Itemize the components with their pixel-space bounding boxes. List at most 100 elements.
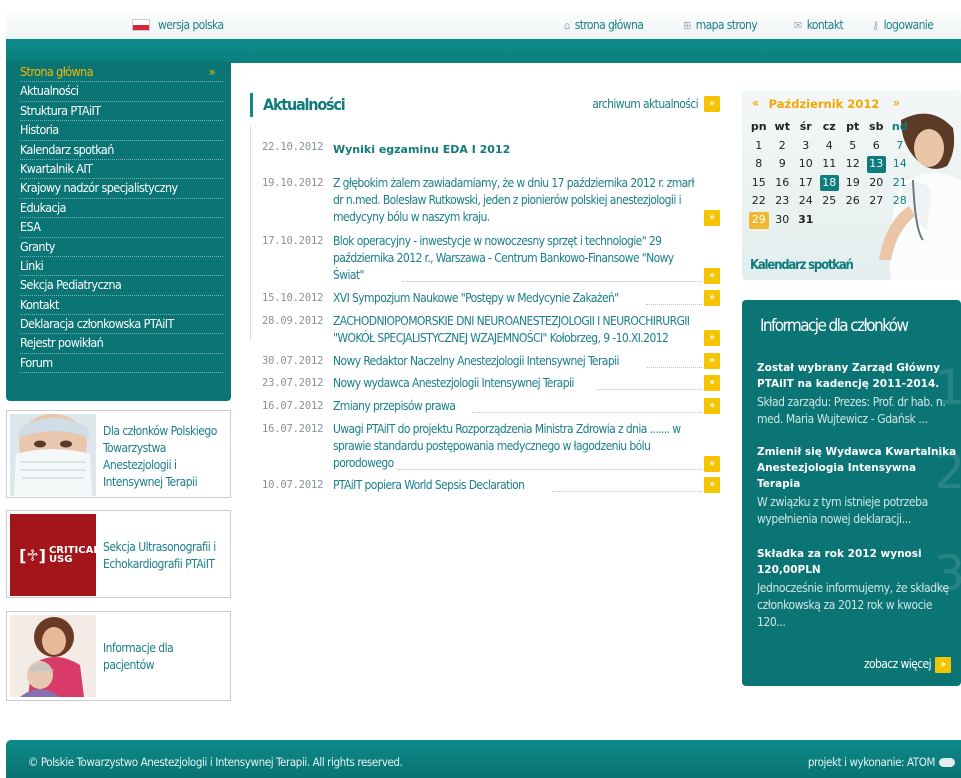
- contact-link-label: kontakt: [806, 18, 844, 32]
- news-arrow-icon[interactable]: »: [704, 290, 720, 306]
- calendar-day[interactable]: 29: [749, 211, 769, 229]
- nav-item-home[interactable]: Strona główna: [20, 63, 223, 83]
- contact-link[interactable]: ✉ kontakt: [794, 18, 844, 32]
- calendar-day[interactable]: 13: [866, 156, 886, 173]
- member-info-item[interactable]: 3 Składka za rok 2012 wynosi 120,00PLN J…: [757, 546, 961, 631]
- calendar-empty-cell: [818, 211, 842, 230]
- news-link[interactable]: Z głębokim żalem zawiadamiamy, że w dniu…: [333, 175, 700, 226]
- home-icon: ⌂: [564, 18, 570, 32]
- news-date: 22.10.2012: [262, 141, 324, 153]
- polish-flag-icon[interactable]: [132, 19, 150, 31]
- news-header: Aktualności archiwum aktualności »: [250, 93, 722, 117]
- main-nav: Strona główna Aktualności Struktura PTAi…: [6, 61, 231, 401]
- news-item[interactable]: 19.10.2012 Z głębokim żalem zawiadamiamy…: [262, 176, 722, 230]
- news-item[interactable]: 16.07.2012 Uwagi PTAiIT do projektu Rozp…: [262, 422, 722, 474]
- calendar-day[interactable]: 18: [819, 174, 839, 192]
- calendar-day: 31: [798, 212, 814, 226]
- promo-patients[interactable]: Informacje dla pacjentów: [6, 611, 231, 701]
- member-info-item-desc: W związku z tym istnieje potrzeba wypełn…: [757, 495, 928, 526]
- news-date: 17.10.2012: [262, 235, 324, 247]
- news-item[interactable]: 22.10.2012 Wyniki egzaminu EDA I 2012: [262, 140, 722, 160]
- nav-item-complications-register[interactable]: Rejestr powikłań: [20, 334, 223, 354]
- news-dots: [646, 304, 702, 305]
- news-arrow-icon[interactable]: »: [704, 210, 720, 226]
- news-link[interactable]: ZACHODNIOPOMORSKIE DNI NEUROANESTEZJOLOG…: [333, 313, 700, 347]
- nav-item-esa[interactable]: ESA: [20, 218, 223, 238]
- calendar-weekday: cz: [822, 120, 836, 133]
- calendar-day: 26: [845, 194, 860, 208]
- news-item[interactable]: 17.10.2012 Blok operacyjny - inwestycje …: [262, 234, 722, 286]
- sitemap-icon: ⊞: [683, 18, 691, 32]
- nav-item-news[interactable]: Aktualności: [20, 82, 223, 102]
- nav-item-history[interactable]: Historia: [20, 121, 223, 141]
- envelope-icon: ✉: [794, 18, 802, 32]
- news-link[interactable]: Uwagi PTAiIT do projektu Rozporządzenia …: [333, 421, 700, 472]
- nav-item-structure[interactable]: Struktura PTAiIT: [20, 102, 223, 122]
- promo-members[interactable]: Dla członków Polskiego Towarzystwa Anest…: [6, 410, 231, 498]
- calendar-day: 12: [845, 157, 860, 171]
- news-item[interactable]: 30.07.2012 Nowy Redaktor Naczelny Aneste…: [262, 353, 722, 374]
- calendar-next-button[interactable]: »: [893, 96, 900, 110]
- calendar-label[interactable]: Kalendarz spotkań: [750, 258, 854, 273]
- nav-item-forum[interactable]: Forum: [20, 354, 223, 374]
- news-link[interactable]: Blok operacyjny - inwestycje w nowoczesn…: [333, 233, 700, 284]
- promo-usg-section[interactable]: [♱] CRITICAL USG Sekcja Ultrasonografii i…: [6, 510, 231, 598]
- calendar-weekday: nd: [891, 120, 908, 133]
- nav-item-grants[interactable]: Granty: [20, 238, 223, 257]
- nav-item-quarterly[interactable]: Kwartalnik AIT: [20, 160, 223, 180]
- news-item[interactable]: 15.10.2012 XVI Sympozjum Naukowe "Postęp…: [262, 290, 722, 311]
- news-dots: [472, 412, 702, 413]
- key-icon: ⚷: [872, 18, 879, 32]
- calendar-day: 21: [892, 175, 907, 189]
- home-link[interactable]: ⌂ strona główna: [564, 18, 644, 32]
- calendar-week-row: 8 9 10 11 12 13 14: [747, 155, 912, 174]
- news-link[interactable]: XVI Sympozjum Naukowe "Postępy w Medycyn…: [333, 290, 700, 307]
- news-item[interactable]: 10.07.2012 PTAiIT popiera World Sepsis D…: [262, 477, 722, 498]
- language-link[interactable]: wersja polska: [158, 18, 224, 32]
- news-item[interactable]: 16.07.2012 Zmiany przepisów prawa »: [262, 398, 722, 419]
- member-info-item[interactable]: 1 Został wybrany Zarząd Główny PTAiIT na…: [757, 360, 961, 428]
- nav-item-education[interactable]: Edukacja: [20, 199, 223, 219]
- nav-item-membership-declaration[interactable]: Deklaracja członkowska PTAiIT: [20, 315, 223, 335]
- nav-item-contact[interactable]: Kontakt: [20, 296, 223, 316]
- calendar-empty-cell: [888, 211, 912, 230]
- news-date: 30.07.2012: [262, 355, 324, 367]
- news-arrow-icon[interactable]: »: [704, 353, 720, 369]
- news-dots: [402, 281, 702, 282]
- nav-item-meetings-calendar[interactable]: Kalendarz spotkań: [20, 141, 223, 160]
- member-info-item[interactable]: 2 Zmienił się Wydawca Kwartalnika Aneste…: [757, 444, 961, 528]
- news-arrow-icon[interactable]: »: [704, 477, 720, 493]
- calendar-day: 20: [869, 175, 884, 189]
- archive-arrow-icon[interactable]: »: [704, 96, 720, 112]
- member-info-item-title[interactable]: Składka za rok 2012 wynosi 120,00PLN: [757, 546, 957, 578]
- sitemap-link-label: mapa strony: [695, 18, 758, 32]
- promo-usg-text: Sekcja Ultrasonografii i Echokardiografi…: [103, 540, 216, 571]
- calendar-day: 10: [798, 157, 813, 171]
- member-info-item-title[interactable]: Został wybrany Zarząd Główny PTAiIT na k…: [757, 360, 957, 392]
- news-item[interactable]: 23.07.2012 Nowy wydawca Anestezjologii I…: [262, 375, 722, 396]
- news-link[interactable]: Wyniki egzaminu EDA I 2012: [333, 141, 700, 158]
- news-arrow-icon[interactable]: »: [704, 330, 720, 346]
- login-link[interactable]: ⚷ logowanie: [872, 18, 934, 32]
- news-item[interactable]: 28.09.2012 ZACHODNIOPOMORSKIE DNI NEUROA…: [262, 314, 722, 350]
- calendar-day: 16: [775, 175, 790, 189]
- news-archive-link[interactable]: archiwum aktualności: [592, 97, 698, 111]
- credit-link[interactable]: projekt i wykonanie: ATOM: [808, 755, 955, 769]
- nav-item-pediatric-section[interactable]: Sekcja Pediatryczna: [20, 276, 223, 296]
- see-more-link[interactable]: zobacz więcej: [864, 657, 932, 671]
- news-arrow-icon[interactable]: »: [704, 456, 720, 472]
- calendar-day: 15: [751, 175, 766, 189]
- calendar-day: 8: [755, 157, 763, 171]
- calendar-weekday: wt: [774, 120, 790, 133]
- news-arrow-icon[interactable]: »: [704, 398, 720, 414]
- calendar-week-row: 29 30 31: [747, 211, 912, 230]
- nav-item-links[interactable]: Linki: [20, 257, 223, 277]
- news-arrow-icon[interactable]: »: [704, 375, 720, 391]
- news-link[interactable]: Nowy Redaktor Naczelny Anestezjologii In…: [333, 353, 700, 370]
- news-arrow-icon[interactable]: »: [704, 268, 720, 284]
- calendar-month: Październik 2012: [768, 97, 880, 111]
- nav-item-national-supervision[interactable]: Krajowy nadzór specjalistyczny: [20, 179, 223, 199]
- see-more-arrow-icon[interactable]: »: [935, 657, 951, 673]
- member-info-item-title[interactable]: Zmienił się Wydawca Kwartalnika Anestezj…: [757, 444, 957, 492]
- sitemap-link[interactable]: ⊞ mapa strony: [683, 18, 758, 32]
